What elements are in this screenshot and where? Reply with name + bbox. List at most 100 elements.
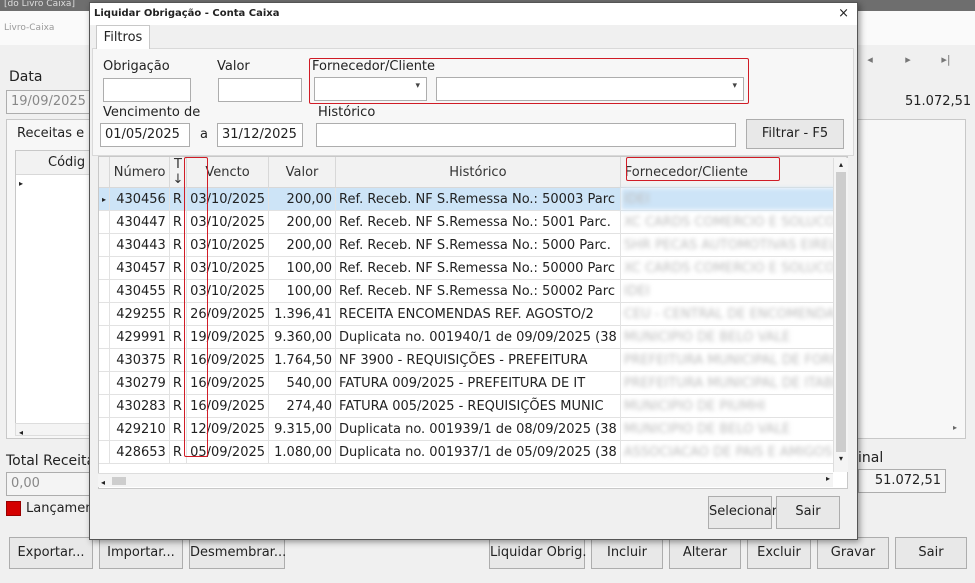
vencimento-label: Vencimento de	[103, 105, 201, 120]
row-indicator-header	[99, 157, 111, 188]
exportar-button[interactable]: Exportar...	[9, 537, 93, 569]
importar-button[interactable]: Importar...	[99, 537, 183, 569]
excluir-button[interactable]: Excluir	[747, 537, 811, 569]
desmembrar-button[interactable]: Desmembrar...	[189, 537, 286, 569]
scroll-down-icon[interactable]: ▾	[834, 452, 848, 466]
tipo-column-highlight	[184, 157, 208, 457]
cell-valor: 274,40	[268, 394, 337, 418]
hscroll-thumb[interactable]	[112, 477, 126, 485]
col-header-numero[interactable]: Número	[109, 157, 170, 188]
liquidar-button[interactable]: Liquidar Obrig.	[489, 537, 586, 569]
scroll-right-icon[interactable]: ▸	[826, 474, 830, 483]
cell-historico: Ref. Receb. NF S.Remessa No.: 5000 Parc.	[335, 233, 621, 257]
table-row[interactable]: 429210 R 12/09/2025 9.315,00 Duplicata no. 0…	[99, 417, 847, 441]
cell-valor: 200,00	[268, 187, 337, 211]
cell-valor: 100,00	[268, 279, 337, 303]
scroll-up-icon[interactable]: ▴	[834, 158, 848, 172]
row-indicator	[99, 302, 111, 326]
alterar-button[interactable]: Alterar	[669, 537, 741, 569]
table-row[interactable]: ▸ 430456 R 03/10/2025 200,00 Ref. Receb. NF S…	[99, 187, 847, 211]
a-label: a	[200, 127, 208, 142]
table-row[interactable]: 429991 R 19/09/2025 9.360,00 Duplicata no. 0…	[99, 325, 847, 349]
cell-historico: Duplicata no. 001940/1 de 09/09/2025 (38	[335, 325, 621, 349]
table-row[interactable]: 428653 R 05/09/2025 1.080,00 Duplicata no. 0…	[99, 440, 847, 464]
row-indicator	[99, 256, 111, 280]
sair-dialog-button[interactable]: Sair	[776, 496, 840, 529]
row-indicator: ▸	[99, 187, 111, 211]
cell-valor: 200,00	[268, 233, 337, 257]
row-pointer-icon: ▸	[19, 179, 24, 188]
table-row[interactable]: 430455 R 03/10/2025 100,00 Ref. Receb. NF S.…	[99, 279, 847, 303]
last-icon[interactable]: ▸|	[927, 53, 965, 66]
table-row[interactable]: 430457 R 03/10/2025 100,00 Ref. Receb. NF S.…	[99, 256, 847, 280]
vscroll-thumb[interactable]	[836, 172, 846, 452]
cell-fornecedor: ASSOCIACAO DE PAIS E AMIGOS	[620, 440, 847, 464]
cell-historico: Duplicata no. 001937/1 de 05/09/2025 (38	[335, 440, 621, 464]
fornecedor-dropdown[interactable]	[436, 77, 744, 101]
row-indicator	[99, 440, 111, 464]
cell-numero: 430283	[109, 394, 170, 418]
total-receita-field: 0,00	[6, 472, 90, 496]
row-indicator	[99, 348, 111, 372]
grid-hscroll[interactable]: ◂ ▸	[98, 473, 833, 487]
cell-fornecedor: PREFEITURA MUNICIPAL DE ITABI	[620, 371, 847, 395]
historico-label: Histórico	[318, 105, 376, 120]
bg-scroll-right-icon[interactable]: ▸	[953, 423, 957, 432]
bg-hscroll[interactable]: ◂	[15, 423, 90, 437]
cell-fornecedor: MUNICIPIO DE BELO VALE	[620, 325, 847, 349]
obrigacao-input[interactable]	[103, 78, 191, 102]
codigo-header: Códig	[48, 155, 86, 170]
cell-fornecedor: IDEI	[620, 279, 847, 303]
cell-numero: 428653	[109, 440, 170, 464]
cell-numero: 430456	[109, 187, 170, 211]
cell-numero: 430457	[109, 256, 170, 280]
venc-ate-input[interactable]: 31/12/2025	[217, 123, 303, 147]
dialog-title: Liquidar Obrigação - Conta Caixa	[90, 3, 857, 25]
gravar-button[interactable]: Gravar	[817, 537, 889, 569]
cell-valor: 9.360,00	[268, 325, 337, 349]
cell-valor: 9.315,00	[268, 417, 337, 441]
cell-historico: Ref. Receb. NF S.Remessa No.: 5001 Parc.	[335, 210, 621, 234]
table-row[interactable]: 430279 R 16/09/2025 540,00 FATURA 009/2025 -…	[99, 371, 847, 395]
tab-filtros[interactable]: Filtros	[96, 25, 150, 49]
cell-fornecedor: MUNICIPIO DE PIUMHI	[620, 394, 847, 418]
valor-input[interactable]	[218, 78, 302, 102]
table-row[interactable]: 430375 R 16/09/2025 1.764,50 NF 3900 - REQUI…	[99, 348, 847, 372]
col-header-historico[interactable]: Histórico	[335, 157, 621, 188]
date-field[interactable]: 19/09/2025	[6, 90, 90, 114]
subtitle: Livro-Caixa	[4, 23, 55, 33]
cell-valor: 1.396,41	[268, 302, 337, 326]
filtrar-button[interactable]: Filtrar - F5	[746, 119, 844, 149]
record-nav: ◂ ▸ ▸|	[851, 53, 965, 66]
sair-button[interactable]: Sair	[895, 537, 967, 569]
table-row[interactable]: 430447 R 03/10/2025 200,00 Ref. Receb. NF S.…	[99, 210, 847, 234]
venc-de-input[interactable]: 01/05/2025	[100, 123, 190, 147]
final-field: 51.072,51	[858, 469, 946, 493]
table-row[interactable]: 430443 R 03/10/2025 200,00 Ref. Receb. NF S.…	[99, 233, 847, 257]
row-indicator	[99, 233, 111, 257]
table-row[interactable]: 430283 R 16/09/2025 274,40 FATURA 005/2025 -…	[99, 394, 847, 418]
close-icon[interactable]: ×	[838, 3, 849, 25]
valor-label: Valor	[217, 59, 250, 74]
row-indicator	[99, 371, 111, 395]
cell-historico: Ref. Receb. NF S.Remessa No.: 50002 Parc	[335, 279, 621, 303]
col-header-valor[interactable]: Valor	[268, 157, 337, 188]
fornecedor-type-dropdown[interactable]	[314, 77, 427, 101]
cell-numero: 429255	[109, 302, 170, 326]
table-row[interactable]: 429255 R 26/09/2025 1.396,41 RECEITA ENCOMEN…	[99, 302, 847, 326]
next-icon[interactable]: ▸	[889, 53, 927, 66]
scroll-left-icon[interactable]: ◂	[101, 478, 105, 487]
row-indicator	[99, 417, 111, 441]
tab-receitas[interactable]: Receitas e D	[17, 126, 98, 141]
grid-table: Número T ↓ Vencto Valor Histórico Fornec…	[99, 157, 847, 464]
cell-fornecedor: XC CARDS COMERCIO E SOLUCO	[620, 210, 847, 234]
cell-numero: 429991	[109, 325, 170, 349]
incluir-button[interactable]: Incluir	[591, 537, 663, 569]
grid-vscroll[interactable]: ▴ ▾	[833, 158, 848, 472]
total-receita-label: Total Receita	[6, 453, 96, 469]
historico-input[interactable]	[316, 123, 736, 147]
selecionar-button[interactable]: Selecionar	[708, 496, 777, 529]
obrigacoes-grid: Número T ↓ Vencto Valor Histórico Fornec…	[98, 156, 848, 489]
row-indicator	[99, 279, 111, 303]
balance-value: 51.072,51	[905, 94, 972, 109]
